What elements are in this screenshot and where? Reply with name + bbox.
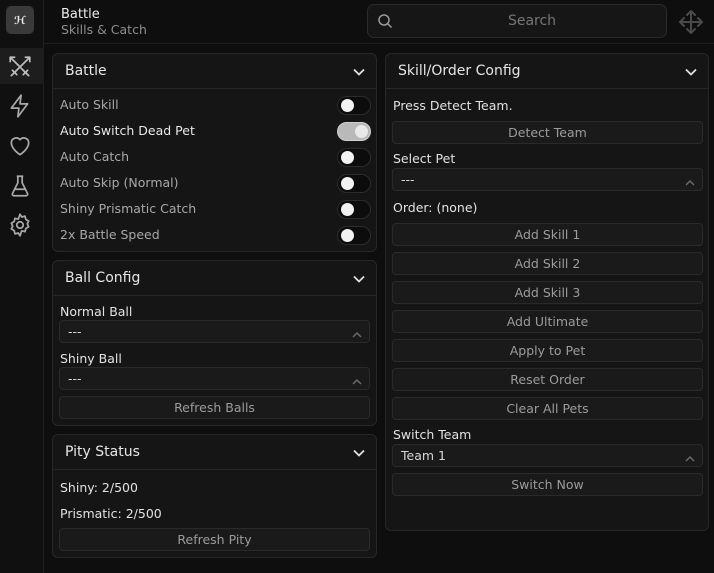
- heart-icon[interactable]: [7, 133, 33, 159]
- ball-config-header[interactable]: Ball Config: [53, 261, 376, 296]
- auto-catch-toggle[interactable]: [337, 148, 371, 167]
- toggle-label: Auto Skip (Normal): [60, 175, 179, 190]
- crossed-swords-icon[interactable]: [7, 54, 33, 80]
- add-skill-2-button[interactable]: Add Skill 2: [392, 252, 703, 275]
- chevron-up-icon: [351, 373, 363, 385]
- skill-order-config-title: Skill/Order Config: [398, 63, 521, 79]
- battle-panel: Battle Auto Skill Auto Switch Dead Pet A…: [52, 53, 377, 252]
- add-skill-3-button[interactable]: Add Skill 3: [392, 281, 703, 304]
- normal-ball-value: ---: [68, 324, 82, 339]
- normal-ball-select[interactable]: ---: [59, 320, 370, 343]
- top-bar: Battle Skills & Catch: [44, 0, 714, 44]
- toggle-label: Auto Skill: [60, 97, 119, 112]
- app-logo: ℋ: [6, 6, 34, 34]
- toggle-row-auto-switch-dead-pet: Auto Switch Dead Pet: [53, 119, 376, 143]
- switch-team-value: Team 1: [401, 448, 446, 463]
- shiny-pity-text: Shiny: 2/500: [60, 480, 138, 495]
- flask-icon[interactable]: [7, 173, 33, 199]
- prismatic-pity-text: Prismatic: 2/500: [60, 506, 162, 521]
- toggle-label: Auto Switch Dead Pet: [60, 123, 195, 138]
- battle-panel-title: Battle: [65, 63, 107, 79]
- toggle-row-auto-catch: Auto Catch: [53, 145, 376, 169]
- apply-to-pet-button[interactable]: Apply to Pet: [392, 339, 703, 362]
- clear-all-pets-button[interactable]: Clear All Pets: [392, 397, 703, 420]
- switch-now-button[interactable]: Switch Now: [392, 473, 703, 496]
- switch-team-label: Switch Team: [393, 427, 472, 442]
- ball-config-title: Ball Config: [65, 270, 141, 286]
- detect-team-button[interactable]: Detect Team: [392, 121, 703, 144]
- chevron-up-icon: [351, 326, 363, 338]
- chevron-down-icon[interactable]: [684, 64, 698, 78]
- shiny-ball-select[interactable]: ---: [59, 367, 370, 390]
- add-ultimate-button[interactable]: Add Ultimate: [392, 310, 703, 333]
- refresh-pity-button[interactable]: Refresh Pity: [59, 528, 370, 551]
- chevron-down-icon[interactable]: [352, 445, 366, 459]
- toggle-label: 2x Battle Speed: [60, 227, 160, 242]
- page-subtitle: Skills & Catch: [61, 22, 147, 37]
- auto-skill-toggle[interactable]: [337, 96, 371, 115]
- skill-order-config-panel: Skill/Order Config Press Detect Team. De…: [385, 53, 709, 531]
- select-pet-value: ---: [401, 172, 415, 187]
- switch-team-select[interactable]: Team 1: [392, 444, 703, 467]
- normal-ball-label: Normal Ball: [60, 304, 133, 319]
- gear-icon[interactable]: [7, 212, 33, 238]
- battle-speed-toggle[interactable]: [337, 226, 371, 245]
- shiny-ball-label: Shiny Ball: [60, 351, 122, 366]
- select-pet-label: Select Pet: [393, 151, 456, 166]
- search-input[interactable]: [398, 5, 666, 37]
- toggle-row-2x-battle-speed: 2x Battle Speed: [53, 223, 376, 247]
- shiny-prismatic-catch-toggle[interactable]: [337, 200, 371, 219]
- detect-team-hint: Press Detect Team.: [393, 98, 513, 113]
- chevron-down-icon[interactable]: [352, 64, 366, 78]
- battle-panel-header[interactable]: Battle: [53, 54, 376, 89]
- shiny-ball-value: ---: [68, 371, 82, 386]
- search-icon: [377, 13, 393, 29]
- lightning-icon[interactable]: [7, 93, 33, 119]
- search-box[interactable]: [367, 4, 667, 38]
- toggle-row-auto-skip: Auto Skip (Normal): [53, 171, 376, 195]
- order-text: Order: (none): [393, 200, 478, 215]
- skill-order-config-header[interactable]: Skill/Order Config: [386, 54, 708, 89]
- sidebar-rail: ℋ: [0, 0, 44, 573]
- toggle-row-shiny-prismatic-catch: Shiny Prismatic Catch: [53, 197, 376, 221]
- pity-status-header[interactable]: Pity Status: [53, 435, 376, 470]
- chevron-up-icon: [684, 174, 696, 186]
- chevron-up-icon: [684, 450, 696, 462]
- add-skill-1-button[interactable]: Add Skill 1: [392, 223, 703, 246]
- page-title: Battle: [61, 7, 100, 22]
- ball-config-panel: Ball Config Normal Ball --- Shiny Ball -…: [52, 260, 377, 426]
- toggle-label: Auto Catch: [60, 149, 130, 164]
- move-drag-icon[interactable]: [677, 8, 705, 36]
- auto-skip-toggle[interactable]: [337, 174, 371, 193]
- toggle-label: Shiny Prismatic Catch: [60, 201, 197, 216]
- auto-switch-dead-pet-toggle[interactable]: [337, 122, 371, 141]
- chevron-down-icon[interactable]: [352, 271, 366, 285]
- pity-status-panel: Pity Status Shiny: 2/500 Prismatic: 2/50…: [52, 434, 377, 558]
- pity-status-title: Pity Status: [65, 444, 140, 460]
- toggle-row-auto-skill: Auto Skill: [53, 93, 376, 117]
- reset-order-button[interactable]: Reset Order: [392, 368, 703, 391]
- select-pet-select[interactable]: ---: [392, 168, 703, 191]
- refresh-balls-button[interactable]: Refresh Balls: [59, 396, 370, 419]
